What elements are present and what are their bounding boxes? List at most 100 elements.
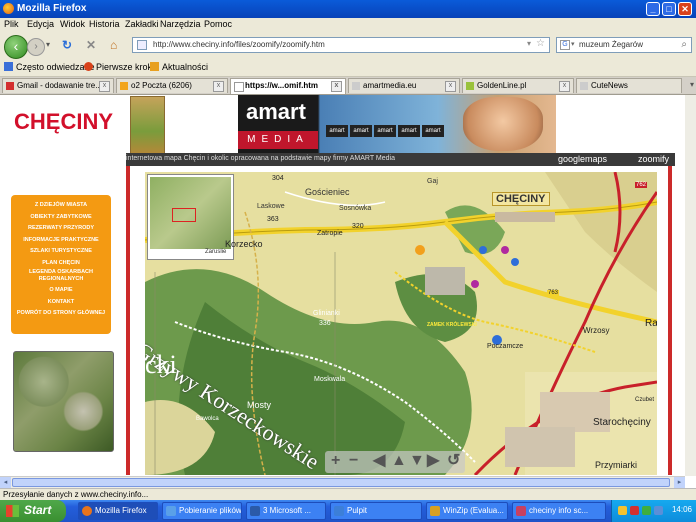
search-input[interactable]: muzeum Żegarów — [579, 40, 643, 49]
tray-icon[interactable] — [630, 506, 639, 515]
menu-pomoc[interactable]: Pomoc — [204, 19, 232, 29]
side-menu-item-szlaki-turystyczne[interactable]: SZLAKI TURYSTYCZNE — [11, 246, 111, 258]
task-winzip[interactable]: WinZip (Evalua... — [426, 502, 508, 520]
tab-goldenline[interactable]: GoldenLine.pl x — [462, 78, 574, 93]
pan-up-icon[interactable]: ▲ — [391, 453, 407, 469]
side-menu-item-informacje-praktyczne[interactable]: INFORMACJE PRAKTYCZNE — [11, 235, 111, 247]
pan-right-icon[interactable]: ▶ — [427, 453, 439, 469]
book-cover-image[interactable] — [130, 96, 165, 155]
engine-dropdown-icon[interactable]: ▾ — [571, 40, 575, 48]
tab-amartmedia[interactable]: amartmedia.eu x — [348, 78, 460, 93]
map-label-goscieniec: Gościeniec — [305, 187, 350, 197]
red-border-left — [126, 166, 130, 475]
map-label-ra: Ra — [645, 318, 657, 329]
overview-viewport-rect[interactable] — [172, 208, 196, 222]
bookmark-aktualnosci[interactable]: Aktualności — [150, 62, 208, 72]
reset-view-icon[interactable]: ↺ — [447, 453, 460, 469]
folder-icon — [334, 506, 344, 516]
horizontal-scrollbar[interactable]: ◂ ▸ — [0, 476, 685, 488]
home-icon[interactable]: ⌂ — [110, 38, 117, 52]
stop-icon[interactable]: ✕ — [86, 38, 96, 52]
close-tab-icon[interactable]: x — [213, 81, 224, 92]
amart-media-banner[interactable]: amart MEDIA amart amart amart amart amar… — [238, 95, 556, 153]
zoomify-map[interactable]: Zaruslie CHĘCINY Gościeniec Sosnówka Gaj… — [145, 172, 657, 475]
scroll-left-arrow-icon[interactable]: ◂ — [0, 477, 11, 488]
menu-bar: Plik Edycja Widok Historia Zakładki Narz… — [0, 18, 696, 32]
close-tab-icon[interactable]: x — [99, 81, 110, 92]
side-menu-item-obiekty-zabytkowe[interactable]: OBIEKTY ZABYTKOWE — [11, 212, 111, 224]
pan-down-icon[interactable]: ▼ — [409, 453, 425, 469]
task-checiny-info[interactable]: checiny info sc... — [512, 502, 606, 520]
close-tab-icon[interactable]: x — [445, 81, 456, 92]
scroll-thumb[interactable] — [12, 478, 670, 487]
task-pulpit[interactable]: Pulpit — [330, 502, 422, 520]
zoom-in-icon[interactable]: + — [331, 453, 340, 469]
maximize-button[interactable]: □ — [662, 2, 676, 16]
title-bar: Mozilla Firefox _ □ ✕ — [0, 0, 696, 18]
task-pobieranie[interactable]: Pobieranie plików — [162, 502, 242, 520]
url-dropdown-icon[interactable]: ▾ — [527, 39, 531, 48]
close-button[interactable]: ✕ — [678, 2, 692, 16]
map-label-bawolca: Bawolca — [196, 416, 219, 422]
map-label-road-762: 762 — [635, 182, 648, 188]
search-bar[interactable]: G ▾ muzeum Żegarów ⌕ — [556, 37, 692, 53]
bookmark-czesto-odwiedzane[interactable]: Często odwiedzane — [4, 62, 95, 72]
start-button[interactable]: Start — [0, 500, 66, 522]
menu-edycja[interactable]: Edycja — [27, 19, 54, 29]
bookmark-pierwsze-kroki[interactable]: Pierwsze kroki — [84, 62, 154, 72]
vertical-scrollbar[interactable] — [685, 95, 696, 476]
status-text: Przesyłanie danych z www.checiny.info... — [3, 490, 149, 499]
tray-icon[interactable] — [654, 506, 663, 515]
forward-button[interactable]: › — [27, 38, 45, 56]
page-icon — [580, 82, 588, 90]
tab-cutenews[interactable]: CuteNews — [576, 78, 682, 93]
address-bar[interactable]: http://www.checiny.info/files/zoomify/zo… — [132, 37, 550, 53]
task-firefox[interactable]: Mozilla Firefox — [78, 502, 158, 520]
aerial-photo[interactable] — [13, 351, 114, 452]
menu-historia[interactable]: Historia — [89, 19, 120, 29]
map-header-bar: internetowa mapa Chęcin i okolic opracow… — [126, 153, 675, 166]
side-menu-item-z-dziejow-miasta[interactable]: Z DZIEJÓW MIASTA — [11, 200, 111, 212]
zoomify-link[interactable]: zoomify — [638, 154, 669, 164]
map-label-gaj: Gaj — [427, 178, 438, 185]
banner-mini-logo: amart — [326, 125, 348, 137]
menu-narzedzia[interactable]: Narzędzia — [160, 19, 201, 29]
side-menu-item-legenda[interactable]: LEGENDA OSKARBACH REGIONALNYCH — [11, 269, 111, 285]
zoom-out-icon[interactable]: − — [349, 453, 358, 469]
history-dropdown-icon[interactable]: ▾ — [46, 38, 50, 52]
side-menu-item-plan-checin[interactable]: PLAN CHĘCIN — [11, 258, 111, 270]
page-icon — [352, 82, 360, 90]
tab-o2-poczta[interactable]: o2 Poczta (6206) x — [116, 78, 228, 93]
side-menu-item-o-mapie[interactable]: O MAPIE — [11, 285, 111, 297]
scroll-right-arrow-icon[interactable]: ▸ — [674, 477, 685, 488]
google-search-engine-icon[interactable]: G — [560, 40, 570, 50]
tab-list-icon[interactable]: ▾ — [690, 80, 694, 89]
close-tab-icon[interactable]: x — [331, 81, 342, 92]
checiny-logo[interactable]: CHĘCINY — [14, 109, 113, 135]
menu-plik[interactable]: Plik — [4, 19, 19, 29]
pan-left-icon[interactable]: ◀ — [373, 453, 385, 469]
tab-zoomify[interactable]: https://w...omif.htm x — [230, 78, 346, 94]
reload-icon[interactable]: ↻ — [62, 38, 72, 52]
side-menu-item-kontakt[interactable]: KONTAKT — [11, 297, 111, 309]
tab-bar: Gmail - dodawanie tre... x o2 Poczta (620… — [0, 77, 696, 95]
menu-zakladki[interactable]: Zakładki — [125, 19, 159, 29]
banner-amart-text: amart — [246, 99, 306, 124]
side-menu-item-powrot[interactable]: POWRÓT DO STRONY GŁÓWNEJ — [11, 308, 111, 320]
back-button[interactable]: ‹ — [4, 35, 28, 59]
map-overview[interactable]: Zaruslie — [147, 174, 234, 260]
minimize-button[interactable]: _ — [646, 2, 660, 16]
tab-gmail[interactable]: Gmail - dodawanie tre... x — [2, 78, 114, 93]
side-menu-item-rezerwaty-przyrody[interactable]: REZERWATY PRZYRODY — [11, 223, 111, 235]
navigation-bar: ‹ › ▾ ↻ ✕ ⌂ http://www.checiny.info/file… — [0, 32, 696, 60]
overview-label: Zaruslie — [205, 249, 227, 255]
bookmark-star-icon[interactable]: ☆ — [536, 38, 545, 49]
menu-widok[interactable]: Widok — [60, 19, 85, 29]
close-tab-icon[interactable]: x — [559, 81, 570, 92]
tray-icon[interactable] — [642, 506, 651, 515]
googlemaps-link[interactable]: googlemaps — [558, 154, 607, 164]
map-label-road-763: 763 — [547, 290, 560, 296]
task-microsoft[interactable]: 3 Microsoft ... — [246, 502, 326, 520]
search-icon[interactable]: ⌕ — [681, 39, 687, 50]
tray-icon[interactable] — [618, 506, 627, 515]
